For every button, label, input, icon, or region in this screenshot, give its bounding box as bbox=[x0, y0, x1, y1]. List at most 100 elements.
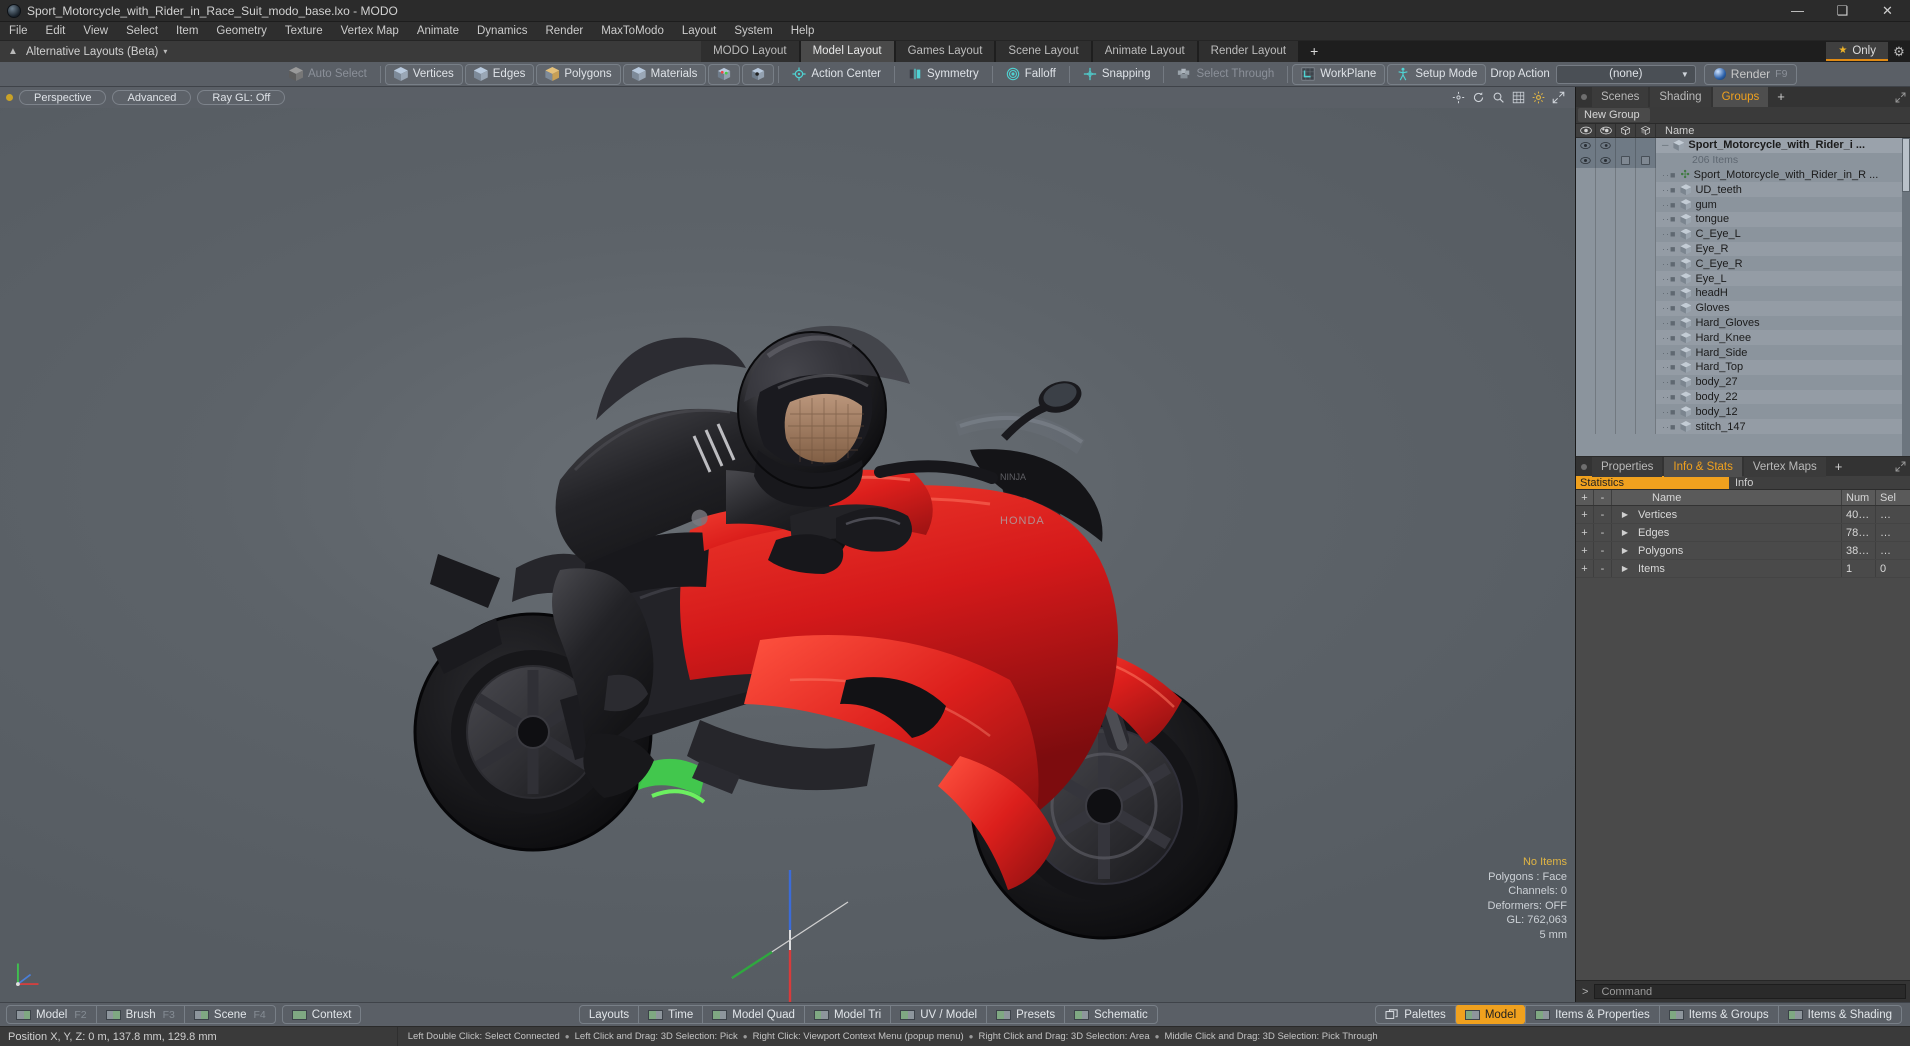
list-item[interactable]: ··■ Eye_R bbox=[1576, 241, 1910, 257]
list-item[interactable]: ··■ headH bbox=[1576, 285, 1910, 301]
group-list-scrollbar-thumb[interactable] bbox=[1902, 138, 1910, 192]
palette-button-items-properties[interactable]: Items & Properties bbox=[1525, 1005, 1659, 1024]
visibility-toggle[interactable] bbox=[1576, 138, 1596, 153]
layout-button-model-quad[interactable]: Model Quad bbox=[702, 1005, 804, 1024]
render-visibility-toggle[interactable] bbox=[1596, 138, 1616, 153]
mode-button-scene[interactable]: Scene F4 bbox=[183, 1005, 275, 1024]
auto-select-button[interactable]: Auto Select bbox=[280, 64, 376, 85]
menu-item-select[interactable]: Select bbox=[117, 22, 167, 41]
expand-triangle-icon[interactable]: ▶ bbox=[1612, 528, 1638, 537]
expand-info-panel-icon[interactable] bbox=[1890, 457, 1910, 476]
layout-button-uv-model[interactable]: UV / Model bbox=[890, 1005, 986, 1024]
close-button[interactable]: ✕ bbox=[1865, 0, 1910, 22]
tab-scenes[interactable]: Scenes bbox=[1592, 87, 1649, 107]
list-item[interactable]: ··■ Hard_Knee bbox=[1576, 330, 1910, 346]
fit-view-icon[interactable] bbox=[1452, 91, 1465, 104]
list-item[interactable]: ··■ stitch_147 bbox=[1576, 419, 1910, 434]
list-item[interactable]: ··■ C_Eye_L bbox=[1576, 226, 1910, 242]
add-layout-tab-button[interactable]: + bbox=[1300, 41, 1328, 62]
add-groups-tab-button[interactable]: + bbox=[1770, 87, 1792, 107]
menu-item-view[interactable]: View bbox=[74, 22, 117, 41]
menu-item-dynamics[interactable]: Dynamics bbox=[468, 22, 536, 41]
lock-column-header[interactable] bbox=[1616, 124, 1636, 137]
list-item[interactable]: ··■ Hard_Side bbox=[1576, 345, 1910, 360]
layout-button-layouts[interactable]: Layouts bbox=[580, 1005, 638, 1024]
expand-triangle-icon[interactable]: ▶ bbox=[1612, 510, 1638, 519]
menu-item-help[interactable]: Help bbox=[782, 22, 824, 41]
setup-mode-button[interactable]: Setup Mode bbox=[1387, 63, 1487, 85]
menu-item-item[interactable]: Item bbox=[167, 22, 207, 41]
menu-item-layout[interactable]: Layout bbox=[673, 22, 726, 41]
mode-button-model[interactable]: Model F2 bbox=[7, 1005, 96, 1024]
mode-button-brush[interactable]: Brush F3 bbox=[95, 1005, 184, 1024]
list-item[interactable]: ··■ Hard_Gloves bbox=[1576, 315, 1910, 331]
visibility-toggle[interactable] bbox=[1576, 152, 1596, 168]
layout-button-model-tri[interactable]: Model Tri bbox=[803, 1005, 890, 1024]
gear-icon[interactable]: ⚙ bbox=[1888, 41, 1910, 62]
list-item[interactable]: ··■ body_27 bbox=[1576, 374, 1910, 390]
layout-button-time[interactable]: Time bbox=[638, 1005, 702, 1024]
remove-stat-button[interactable]: - bbox=[1594, 506, 1612, 523]
table-row[interactable]: + - ▶ Items 1 0 bbox=[1576, 560, 1910, 578]
layout-tab-render-layout[interactable]: Render Layout bbox=[1198, 41, 1299, 62]
layout-tab-scene-layout[interactable]: Scene Layout bbox=[996, 41, 1091, 62]
expand-viewport-icon[interactable] bbox=[1552, 91, 1565, 104]
group-item-list[interactable]: ─ Sport_Motorcycle_with_Rider_i ... 206 It… bbox=[1576, 138, 1910, 456]
gear-icon[interactable] bbox=[1532, 91, 1545, 104]
group-root-row[interactable]: ─ Sport_Motorcycle_with_Rider_i ... bbox=[1576, 138, 1910, 153]
shading-mode-button[interactable]: Advanced bbox=[112, 90, 192, 105]
menu-item-render[interactable]: Render bbox=[536, 22, 592, 41]
layout-button-presets[interactable]: Presets bbox=[986, 1005, 1064, 1024]
workplane-button[interactable]: WorkPlane bbox=[1292, 63, 1386, 85]
layout-tab-animate-layout[interactable]: Animate Layout bbox=[1092, 41, 1197, 62]
tab-shading[interactable]: Shading bbox=[1650, 87, 1711, 107]
add-stat-button[interactable]: + bbox=[1576, 524, 1594, 541]
rotate-view-icon[interactable] bbox=[1472, 91, 1485, 104]
remove-stat-button[interactable]: - bbox=[1594, 560, 1612, 577]
list-item[interactable]: ··■ tongue bbox=[1576, 211, 1910, 227]
command-input[interactable]: Command bbox=[1594, 984, 1906, 999]
panel-menu-dot-icon[interactable] bbox=[1576, 87, 1592, 107]
palette-button-items-groups[interactable]: Items & Groups bbox=[1658, 1005, 1778, 1024]
group-list-scrollbar[interactable] bbox=[1902, 138, 1910, 456]
3d-viewport[interactable]: HONDA NINJA ⬤ No Items Polygons: Face C… bbox=[0, 108, 1575, 1002]
add-info-tab-button[interactable]: + bbox=[1828, 457, 1850, 477]
viewport-menu-dot-icon[interactable] bbox=[6, 94, 13, 101]
tab-groups[interactable]: Groups bbox=[1712, 87, 1769, 107]
tab-vertex-maps[interactable]: Vertex Maps bbox=[1743, 457, 1826, 477]
add-stat-button[interactable]: + bbox=[1576, 506, 1594, 523]
menu-item-maxtomodo[interactable]: MaxToModo bbox=[592, 22, 673, 41]
add-stat-button[interactable]: + bbox=[1576, 560, 1594, 577]
expand-groups-panel-icon[interactable] bbox=[1890, 87, 1910, 107]
palette-button-items-shading[interactable]: Items & Shading bbox=[1777, 1005, 1901, 1024]
edges-button[interactable]: Edges bbox=[464, 63, 535, 85]
remove-stat-button[interactable]: - bbox=[1594, 542, 1612, 559]
only-toggle-button[interactable]: ★ Only bbox=[1826, 42, 1888, 61]
menu-item-geometry[interactable]: Geometry bbox=[207, 22, 276, 41]
select-through-button[interactable]: Select Through bbox=[1168, 64, 1283, 85]
vertices-button[interactable]: Vertices bbox=[384, 63, 463, 85]
lock-toggle[interactable] bbox=[1616, 138, 1636, 153]
layout-tab-model-layout[interactable]: Model Layout bbox=[800, 41, 894, 62]
materials-button[interactable]: Materials bbox=[622, 63, 707, 85]
polygons-button[interactable]: Polygons bbox=[536, 63, 621, 85]
raygl-button[interactable]: Ray GL: Off bbox=[197, 90, 286, 105]
menu-item-vertex-map[interactable]: Vertex Map bbox=[332, 22, 408, 41]
list-item[interactable]: ··■ gum bbox=[1576, 197, 1910, 212]
new-group-button[interactable]: New Group bbox=[1578, 108, 1650, 122]
table-row[interactable]: + - ▶ Edges 78…… bbox=[1576, 524, 1910, 542]
selection-mode-1-button[interactable] bbox=[708, 63, 741, 85]
visibility-column-header[interactable] bbox=[1576, 124, 1596, 137]
list-item[interactable]: ··■ Gloves bbox=[1576, 300, 1910, 316]
item-checkbox[interactable] bbox=[1636, 152, 1656, 168]
visibility-toggle[interactable] bbox=[1596, 152, 1616, 168]
add-stat-button[interactable]: + bbox=[1576, 542, 1594, 559]
action-center-button[interactable]: Action Center bbox=[783, 64, 890, 85]
info-panel-menu-dot-icon[interactable] bbox=[1576, 457, 1592, 476]
palette-button-model[interactable]: Model bbox=[1454, 1005, 1526, 1024]
palette-button-palettes[interactable]: Palettes bbox=[1376, 1005, 1455, 1024]
list-item[interactable]: ··■ Hard_Top bbox=[1576, 359, 1910, 375]
shading-toggle[interactable] bbox=[1636, 138, 1656, 153]
table-row[interactable]: + - ▶ Vertices 40…… bbox=[1576, 506, 1910, 524]
shading-column-header[interactable] bbox=[1636, 124, 1656, 137]
